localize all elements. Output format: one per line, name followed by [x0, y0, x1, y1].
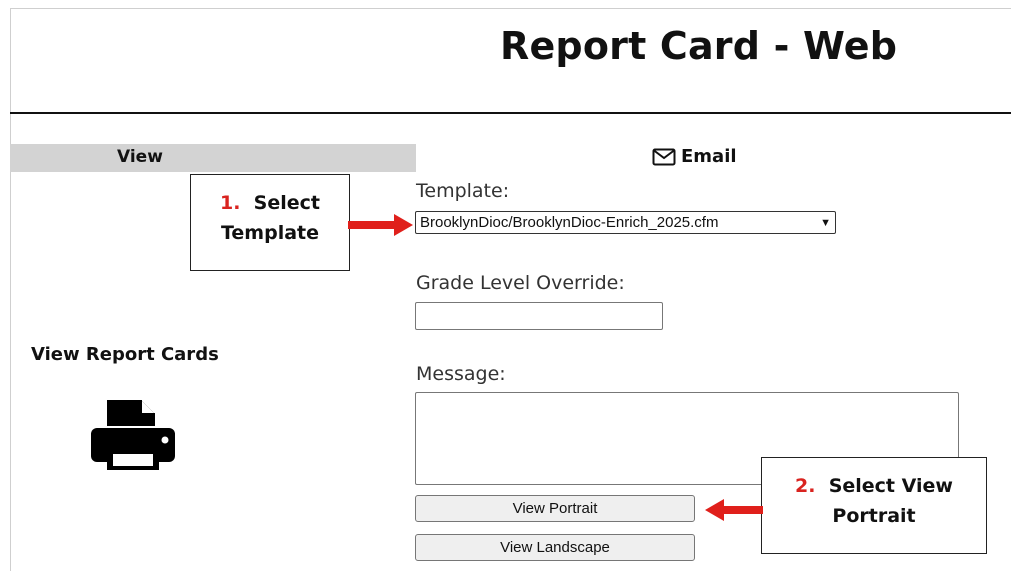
page-frame-left: [10, 8, 11, 571]
callout-select-template: 1. Select Template: [190, 174, 350, 271]
view-tab-header[interactable]: View: [10, 144, 416, 172]
callout-2-line1: 2. Select View: [762, 471, 986, 501]
view-landscape-button[interactable]: View Landscape: [415, 534, 695, 561]
template-select[interactable]: BrooklynDioc/BrooklynDioc-Enrich_2025.cf…: [415, 211, 836, 234]
template-select-value: BrooklynDioc/BrooklynDioc-Enrich_2025.cf…: [420, 214, 719, 231]
callout-1-number: 1.: [219, 192, 241, 214]
email-tab-label: Email: [681, 146, 737, 167]
callout-2-text: Select View: [828, 475, 953, 497]
envelope-icon: [652, 148, 676, 165]
arrow-left-icon: [705, 499, 763, 521]
message-label: Message:: [416, 363, 506, 385]
chevron-down-icon: ▼: [820, 216, 831, 229]
template-label: Template:: [416, 180, 510, 202]
callout-2-line2: Portrait: [832, 505, 916, 527]
printer-icon[interactable]: [87, 396, 179, 478]
view-tab-label: View: [117, 147, 163, 167]
email-tab[interactable]: Email: [652, 146, 737, 167]
view-report-cards-title: View Report Cards: [31, 344, 219, 365]
page-frame-top: [10, 8, 1011, 9]
callout-1-line1: 1. Select: [191, 188, 349, 218]
arrow-right-icon: [348, 214, 413, 236]
grade-override-input[interactable]: [415, 302, 663, 330]
callout-2-number: 2.: [795, 475, 816, 497]
callout-1-line2: Template: [220, 222, 320, 244]
page-title: Report Card - Web: [500, 24, 898, 68]
view-portrait-button[interactable]: View Portrait: [415, 495, 695, 522]
callout-select-view-portrait: 2. Select View Portrait: [761, 457, 987, 554]
callout-1-text: Select: [253, 192, 320, 214]
header-divider: [10, 112, 1011, 114]
grade-override-label: Grade Level Override:: [416, 272, 625, 294]
